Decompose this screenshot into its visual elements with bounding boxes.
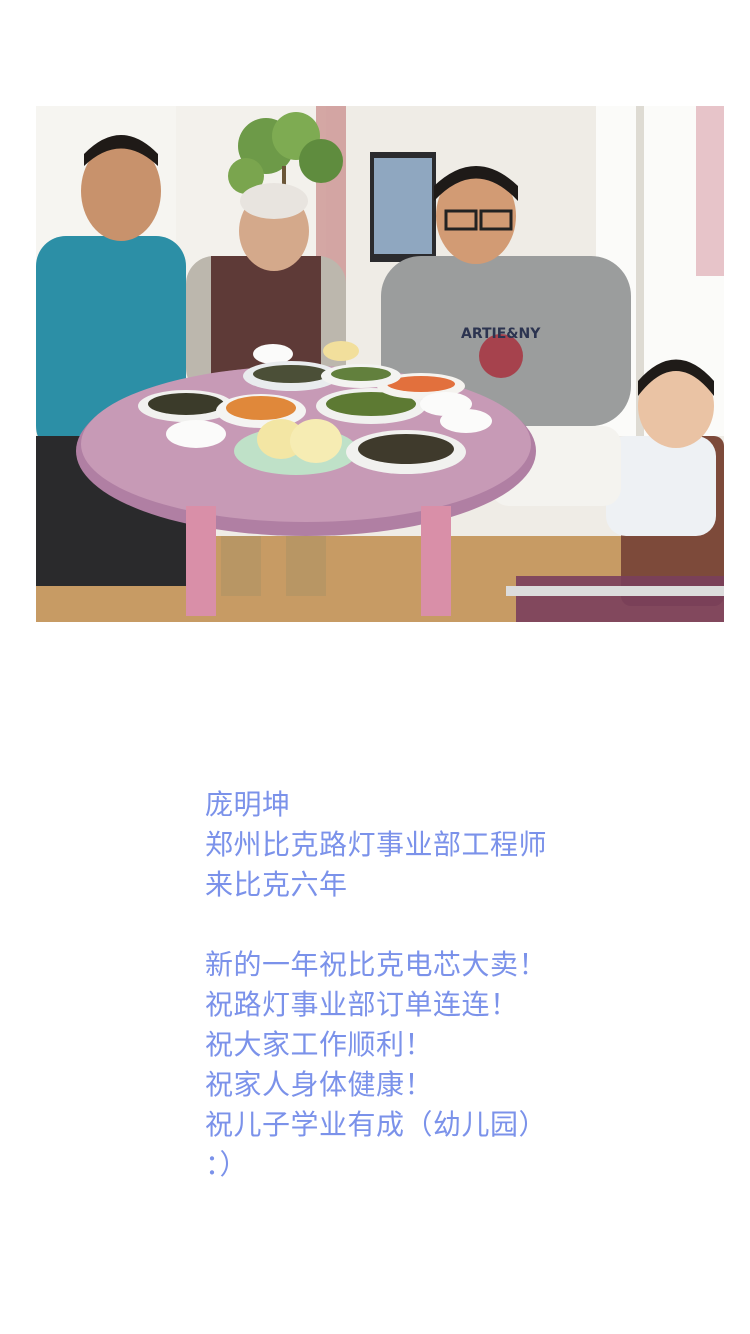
employee-title: 郑州比克路灯事业部工程师 [205,828,548,861]
wish-line: 新的一年祝比克电芯大卖！ [205,948,548,981]
caption-text: 庞明坤 郑州比克路灯事业部工程师 来比克六年 新的一年祝比克电芯大卖！ 祝路灯事… [205,785,625,1185]
employee-name: 庞明坤 [205,788,291,821]
page: ARTIE&NY 庞明坤 郑州比克路灯事业部工程师 来比克六年 新的一年祝比克电… [0,0,750,1334]
wish-line: 祝路灯事业部订单连连！ [205,988,519,1021]
wish-line: ：） [205,1148,249,1181]
family-dinner-photo: ARTIE&NY [36,106,724,622]
blank-spacer [205,905,625,945]
shirt-text: ARTIE&NY [461,326,541,342]
wish-line: 祝大家工作顺利！ [205,1028,434,1061]
wish-line: 祝儿子学业有成（幼儿园） [205,1108,548,1141]
wish-line: 祝家人身体健康！ [205,1068,434,1101]
photo-illustration: ARTIE&NY [36,106,724,622]
employee-tenure: 来比克六年 [205,868,348,901]
